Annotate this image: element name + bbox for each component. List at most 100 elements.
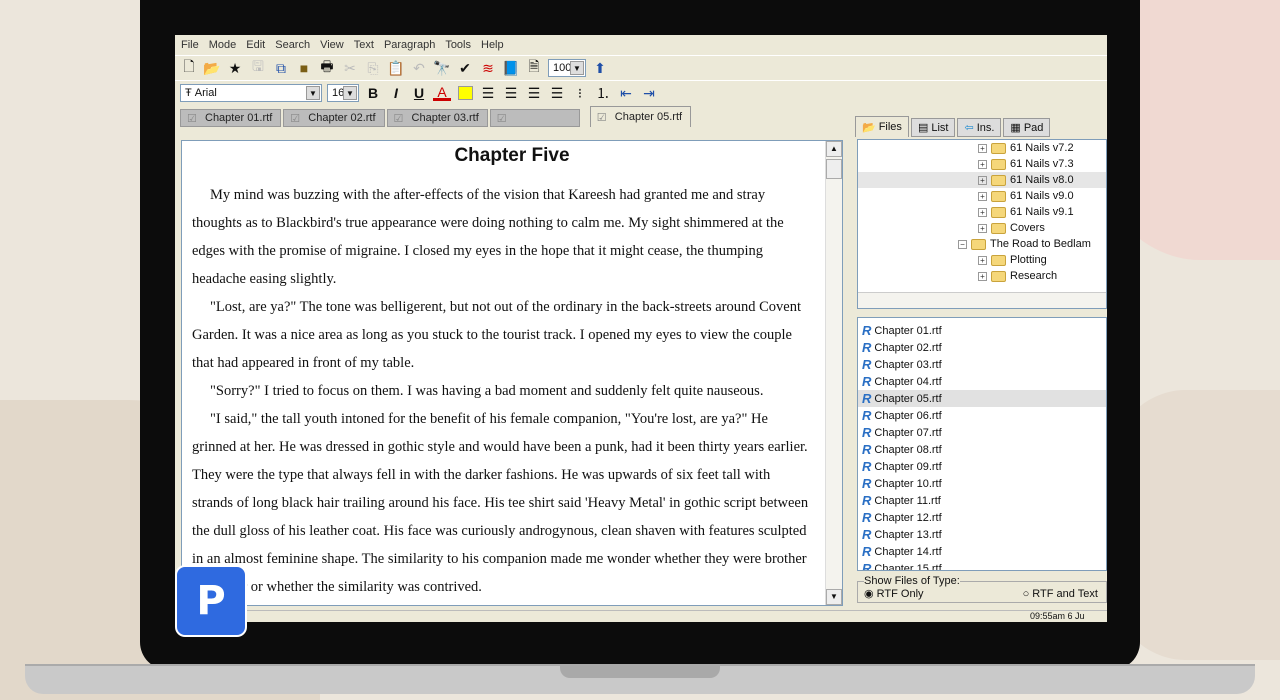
text-color-icon[interactable]: A [433,84,451,101]
tab-insert[interactable]: ⇦ Ins. [957,118,1002,137]
menu-item-edit[interactable]: Edit [246,39,265,51]
menu-item-paragraph[interactable]: Paragraph [384,39,435,51]
tab-document[interactable]: Chapter 03.rtf [386,109,488,127]
expand-icon[interactable]: + [978,207,987,217]
italic-button[interactable]: I [387,84,405,102]
scroll-thumb[interactable] [826,159,842,179]
underline-button[interactable]: U [410,84,428,102]
copy-icon[interactable]: ⎘ [364,59,382,77]
align-left-icon[interactable]: ☰ [479,84,497,102]
undo-icon[interactable]: ↶ [410,59,428,77]
collapse-icon[interactable]: − [958,239,967,249]
expand-icon[interactable]: + [978,223,987,233]
chevron-down-icon: ▼ [570,61,584,75]
list-item[interactable]: R Chapter 09.rtf [858,458,1106,475]
paste-icon[interactable]: 📋 [387,59,405,77]
list-item[interactable]: R Chapter 07.rtf [858,424,1106,441]
tab-document[interactable]: Chapter 05.rtf [589,106,692,127]
folder-open-icon: 📂 [862,121,876,134]
font-select[interactable]: Ŧ Arial ▼ [180,84,322,102]
bullet-list-icon[interactable]: ⁝ [571,84,589,102]
scroll-up-icon[interactable]: ▲ [826,141,842,157]
align-right-icon[interactable]: ☰ [525,84,543,102]
menu-item-search[interactable]: Search [275,39,310,51]
save-icon[interactable]: 🖫 [249,58,267,77]
list-item[interactable]: R Chapter 08.rtf [858,441,1106,458]
save-all-icon[interactable]: ⧉ [272,59,290,77]
tree-node[interactable]: +61 Nails v8.0 [858,172,1106,188]
list-item[interactable]: R Chapter 13.rtf [858,526,1106,543]
document-stats-icon[interactable]: 🗎 [525,58,543,77]
outdent-icon[interactable]: ⇤ [617,84,635,102]
folder-icon[interactable]: ■ [295,59,313,77]
justify-icon[interactable]: ☰ [548,84,566,102]
editor[interactable]: Chapter Five My mind was buzzing with th… [181,140,843,606]
vertical-scrollbar[interactable]: ▲ ▼ [825,141,842,605]
tab-document[interactable] [489,109,580,127]
expand-icon[interactable]: + [978,143,987,153]
cut-icon[interactable]: ✂ [341,59,359,77]
upload-icon[interactable]: ⬆ [591,59,609,77]
find-icon[interactable]: 🔭 [433,59,451,77]
horizontal-scrollbar[interactable] [858,292,1106,308]
list-item[interactable]: R Chapter 01.rtf [858,322,1106,339]
tab-files[interactable]: 📂 Files [855,116,909,137]
list-item[interactable]: R Chapter 12.rtf [858,509,1106,526]
tab-list[interactable]: ▤ List [910,118,956,137]
list-item[interactable]: R Chapter 05.rtf [858,390,1106,407]
radio-rtf-and-text[interactable]: ○ RTF and Text [1023,588,1098,600]
spellcheck-icon[interactable]: ✔ [456,59,474,77]
zoom-select[interactable]: 100 ▼ [548,59,586,77]
expand-icon[interactable]: + [978,175,987,185]
numbered-list-icon[interactable]: ⒈ [594,84,612,102]
expand-icon[interactable]: + [978,255,987,265]
expand-icon[interactable]: + [978,271,987,281]
tree-node[interactable]: + Plotting [858,252,1106,268]
tree-node[interactable]: +61 Nails v7.3 [858,156,1106,172]
spellcheck-live-icon[interactable]: ≋ [479,59,497,77]
list-item[interactable]: R Chapter 03.rtf [858,356,1106,373]
brand-logo: P [175,565,247,637]
bold-button[interactable]: B [364,84,382,102]
tree-node-label: The Road to Bedlam [990,238,1091,250]
file-list[interactable]: R Chapter 01.rtf R Chapter 02.rtf R Chapter 0… [857,317,1107,571]
thesaurus-icon[interactable]: 📘 [502,59,520,77]
font-size-select[interactable]: 16 ▼ [327,84,359,102]
menu-item-help[interactable]: Help [481,39,504,51]
tab-pad[interactable]: ▦ Pad [1003,118,1051,137]
menu-item-text[interactable]: Text [354,39,374,51]
folder-tree[interactable]: +61 Nails v7.2 +61 Nails v7.3 +61 Nails v8… [857,139,1107,309]
expand-icon[interactable]: + [978,159,987,169]
tab-document[interactable]: Chapter 02.rtf [283,109,385,127]
list-item[interactable]: R Chapter 15.rtf [858,560,1106,570]
document-body[interactable]: My mind was buzzing with the after-effec… [182,181,842,601]
expand-icon[interactable]: + [978,191,987,201]
align-center-icon[interactable]: ☰ [502,84,520,102]
tree-node[interactable]: +61 Nails v7.2 [858,140,1106,156]
tree-node[interactable]: +61 Nails v9.0 [858,188,1106,204]
list-item[interactable]: R Chapter 06.rtf [858,407,1106,424]
menu-item-file[interactable]: File [181,39,199,51]
highlight-color-icon[interactable] [456,84,474,102]
radio-rtf-only[interactable]: ◉ RTF Only [864,588,924,600]
list-item[interactable]: R Chapter 02.rtf [858,339,1106,356]
tree-node[interactable]: + Covers [858,220,1106,236]
list-item[interactable]: R Chapter 04.rtf [858,373,1106,390]
list-item[interactable]: R Chapter 11.rtf [858,492,1106,509]
tree-node[interactable]: + Research [858,268,1106,284]
scroll-down-icon[interactable]: ▼ [826,589,842,605]
open-favorite-icon[interactable]: ★ [226,59,244,77]
list-item[interactable]: R Chapter 14.rtf [858,543,1106,560]
menu-item-tools[interactable]: Tools [445,39,471,51]
indent-icon[interactable]: ⇥ [640,84,658,102]
menu-item-mode[interactable]: Mode [209,39,237,51]
new-icon[interactable]: 🗋 [180,58,198,77]
list-item[interactable]: R Chapter 10.rtf [858,475,1106,492]
rtf-file-icon: R [862,340,872,355]
menu-item-view[interactable]: View [320,39,344,51]
tab-document[interactable]: Chapter 01.rtf [180,109,282,127]
tree-node[interactable]: − The Road to Bedlam [858,236,1106,252]
print-icon[interactable]: 🖶 [318,58,336,77]
open-icon[interactable]: 📂 [203,59,221,77]
tree-node[interactable]: +61 Nails v9.1 [858,204,1106,220]
